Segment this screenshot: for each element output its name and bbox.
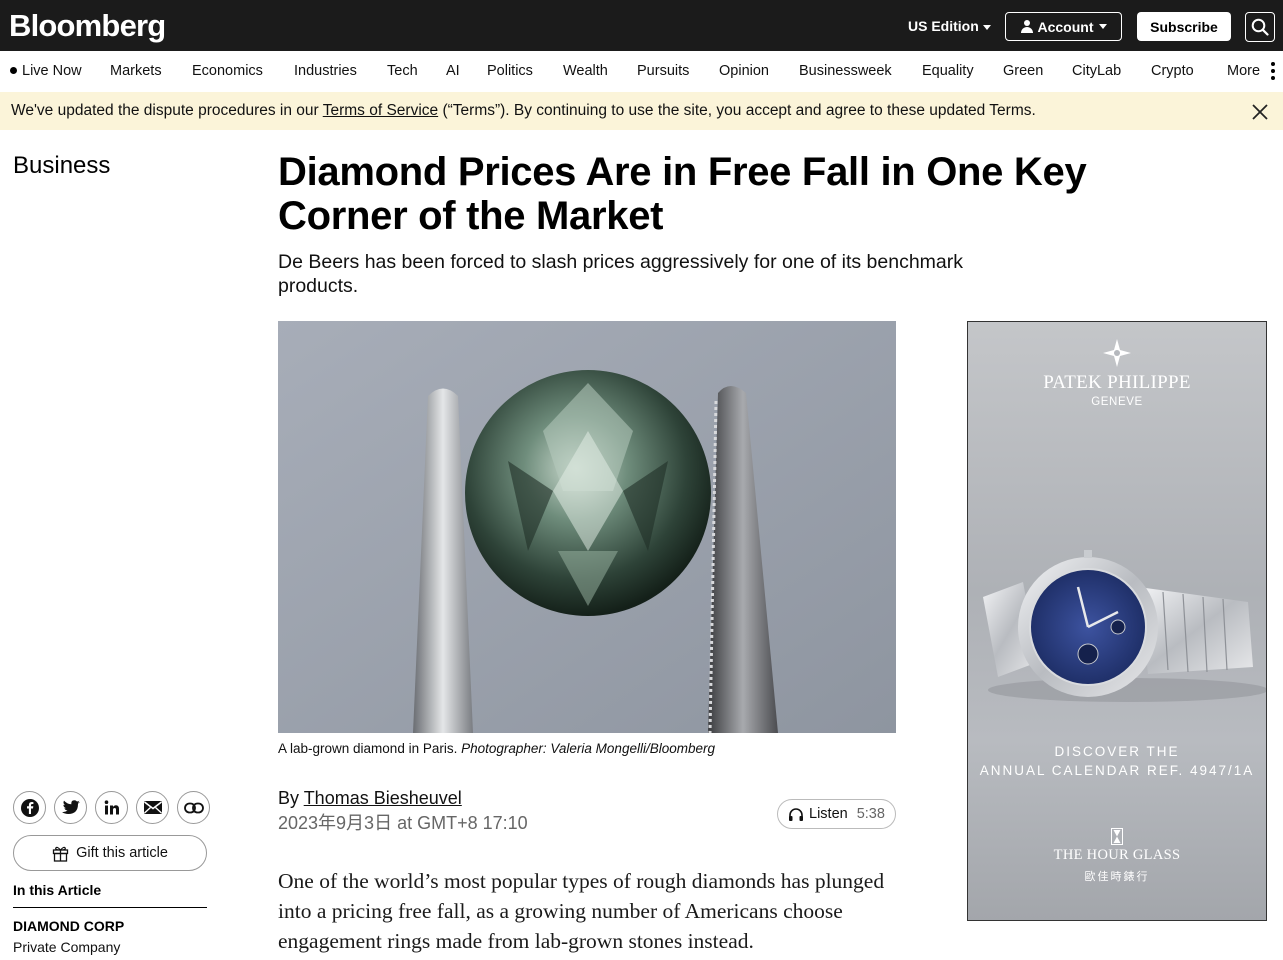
nav-item-industries[interactable]: Industries	[294, 63, 357, 79]
account-label: Account	[1037, 18, 1094, 35]
publish-date: 2023年9月3日 at GMT+8 17:10	[278, 813, 528, 833]
live-dot-icon	[10, 66, 17, 74]
listen-label: Listen	[809, 806, 848, 822]
ad-tagline: DISCOVER THE ANNUAL CALENDAR REF. 4947/1…	[979, 744, 1255, 778]
chevron-down-icon	[1098, 24, 1107, 29]
gift-icon	[52, 846, 69, 862]
ad-brand: PATEK PHILIPPE	[1043, 372, 1191, 393]
top-bar: Bloomberg US Edition Account Subscribe	[0, 0, 1283, 51]
headphones-icon	[789, 807, 803, 821]
nav-item-green[interactable]: Green	[1003, 63, 1043, 79]
ad-retailer-cn: 歐佳時錶行	[1084, 871, 1150, 883]
subscribe-button[interactable]: Subscribe	[1137, 12, 1231, 41]
divider	[13, 907, 207, 908]
hero-image	[278, 321, 896, 733]
nav-item-tech[interactable]: Tech	[387, 63, 418, 79]
main-nav: Live Now Markets Economics Industries Te…	[0, 51, 1283, 92]
terms-of-service-link[interactable]: Terms of Service	[323, 102, 438, 119]
nav-item-wealth[interactable]: Wealth	[563, 63, 608, 79]
nav-item-markets[interactable]: Markets	[110, 63, 162, 79]
twitter-icon	[61, 799, 80, 814]
linkedin-share-button[interactable]	[95, 791, 128, 824]
facebook-icon	[20, 798, 39, 817]
terms-banner-text: We've updated the dispute procedures in …	[11, 102, 1036, 119]
nav-item-live-now[interactable]: Live Now	[10, 63, 82, 79]
nav-item-equality[interactable]: Equality	[922, 63, 974, 79]
company-name[interactable]: DIAMOND CORP	[13, 918, 124, 934]
twitter-share-button[interactable]	[54, 791, 87, 824]
nav-item-pursuits[interactable]: Pursuits	[637, 63, 689, 79]
linkedin-icon	[104, 799, 119, 814]
copy-link-button[interactable]	[177, 791, 210, 824]
advertisement[interactable]: PATEK PHILIPPE GENEVE DISCOVER THE ANNUA…	[967, 321, 1267, 921]
image-caption: A lab-grown diamond in Paris. Photograph…	[278, 741, 715, 756]
article-dek: De Beers has been forced to slash prices…	[278, 251, 964, 297]
email-share-button[interactable]	[136, 791, 169, 824]
search-button[interactable]	[1245, 12, 1275, 42]
company-type: Private Company	[13, 939, 121, 955]
edition-selector[interactable]: US Edition	[908, 18, 991, 34]
listen-duration: 5:38	[856, 806, 885, 822]
person-icon	[1020, 20, 1033, 33]
nav-item-label: Live Now	[22, 63, 82, 79]
terms-banner: We've updated the dispute procedures in …	[0, 92, 1283, 130]
byline: By Thomas Biesheuvel	[278, 788, 462, 808]
calatrava-cross-icon	[1103, 339, 1131, 367]
mail-icon	[143, 801, 162, 814]
in-this-article-heading: In this Article	[13, 882, 102, 898]
author-link[interactable]: Thomas Biesheuvel	[304, 788, 462, 808]
nav-item-crypto[interactable]: Crypto	[1151, 63, 1194, 79]
nav-item-politics[interactable]: Politics	[487, 63, 533, 79]
ad-brand-sub: GENEVE	[1091, 396, 1143, 408]
photo-credit: Photographer: Valeria Mongelli/Bloomberg	[461, 741, 715, 756]
bloomberg-logo[interactable]: Bloomberg	[9, 8, 166, 44]
nav-item-businessweek[interactable]: Businessweek	[799, 63, 892, 79]
article-headline: Diamond Prices Are in Free Fall in One K…	[278, 150, 1087, 238]
hourglass-icon	[1111, 828, 1123, 845]
gift-article-button[interactable]: Gift this article	[13, 835, 207, 871]
nav-item-citylab[interactable]: CityLab	[1072, 63, 1121, 79]
close-icon[interactable]	[1251, 103, 1269, 121]
nav-item-ai[interactable]: AI	[446, 63, 460, 79]
more-vertical-icon[interactable]	[1271, 62, 1275, 80]
nav-item-opinion[interactable]: Opinion	[719, 63, 769, 79]
nav-item-economics[interactable]: Economics	[192, 63, 263, 79]
chevron-down-icon	[982, 24, 991, 30]
search-icon	[1251, 18, 1269, 36]
listen-button[interactable]: Listen 5:38	[777, 799, 896, 829]
account-button[interactable]: Account	[1005, 12, 1122, 41]
nav-item-more[interactable]: More	[1227, 63, 1260, 79]
gift-label: Gift this article	[76, 845, 168, 861]
edition-label: US Edition	[908, 18, 979, 34]
share-row	[13, 791, 210, 824]
section-label[interactable]: Business	[13, 152, 110, 180]
ad-retailer: THE HOUR GLASS	[1053, 847, 1181, 863]
article-body-paragraph: One of the world’s most popular types of…	[278, 869, 885, 953]
wristwatch-image	[983, 550, 1266, 702]
facebook-share-button[interactable]	[13, 791, 46, 824]
link-icon	[183, 802, 204, 813]
